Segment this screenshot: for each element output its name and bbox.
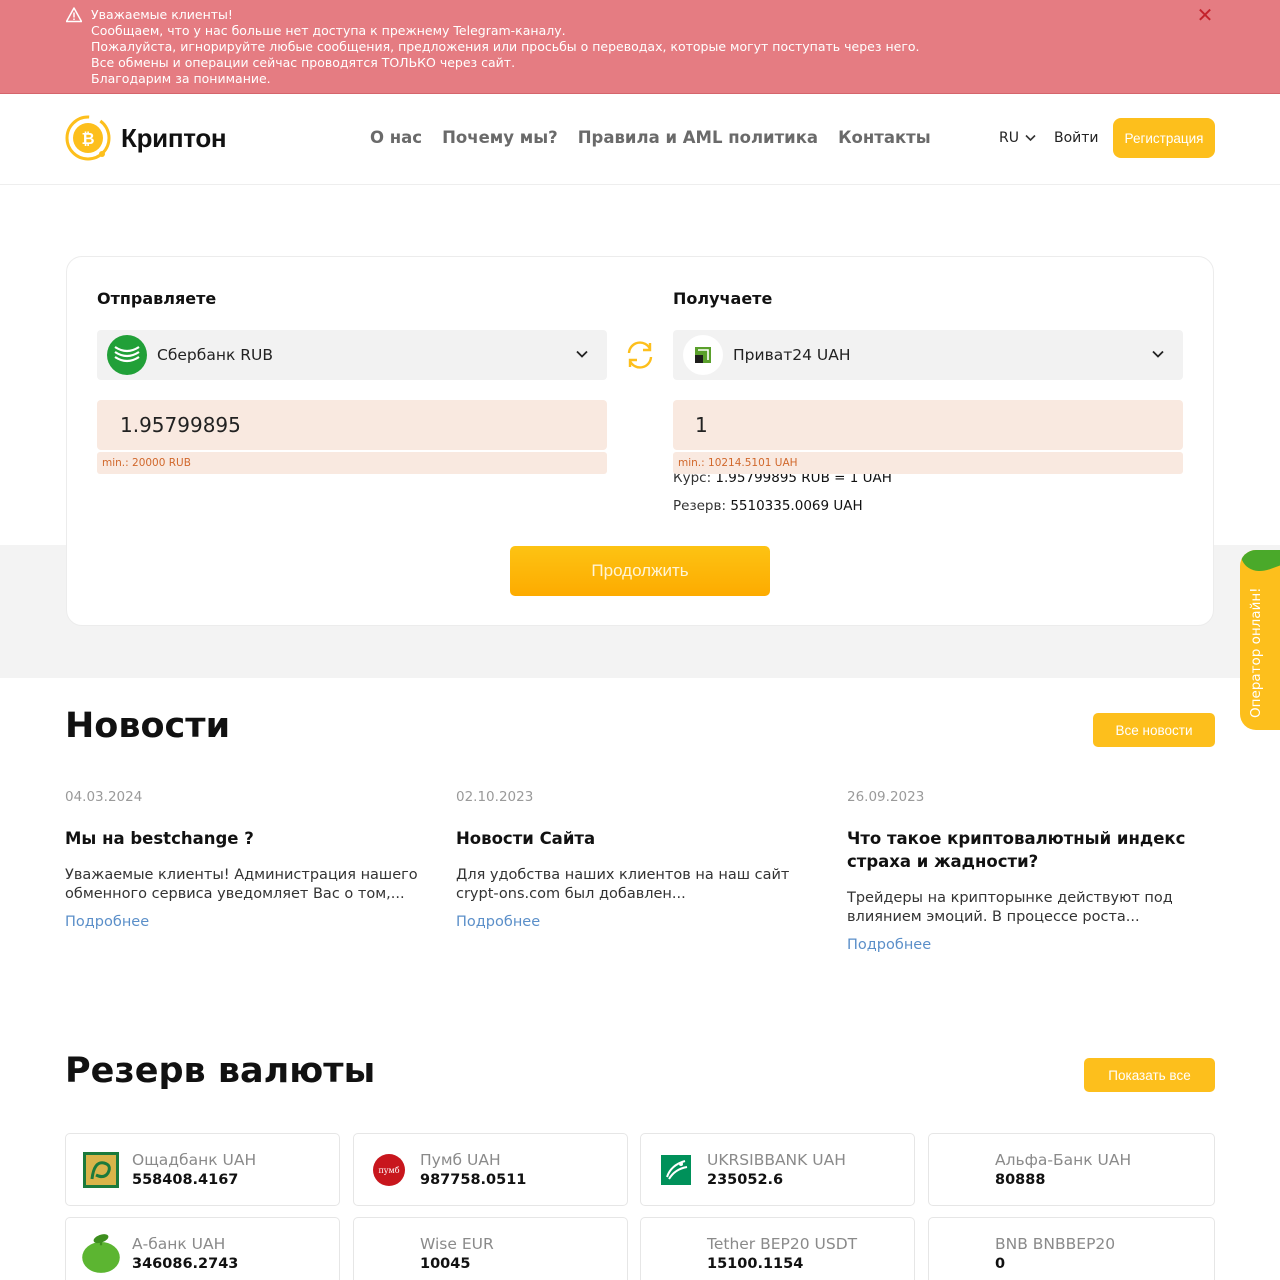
chevron-down-icon [576, 350, 588, 358]
news-item: 02.10.2023 Новости Сайта Для удобства на… [456, 789, 816, 930]
alert-line: Уважаемые клиенты! [91, 7, 233, 22]
reserve-name: Ощадбанк UAH [132, 1151, 257, 1169]
reserve-value: 235052.6 [707, 1172, 784, 1188]
news-item: 26.09.2023 Что такое криптовалютный инде… [847, 789, 1207, 953]
reserves-heading: Резерв валюты [65, 1051, 376, 1091]
reserve-label: Резерв: [673, 498, 727, 514]
operator-label: Оператор онлайн! [1248, 587, 1264, 718]
nav-contacts[interactable]: Контакты [838, 128, 931, 147]
reserve-name: Альфа-Банк UAH [995, 1151, 1132, 1169]
bnb-icon [945, 1235, 983, 1273]
logo[interactable]: ₿ Криптон [65, 115, 227, 161]
send-min-hint: min.: 20000 RUB [97, 452, 607, 474]
reserve-value: 987758.0511 [420, 1172, 527, 1188]
news-more-link[interactable]: Подробнее [847, 937, 931, 953]
send-amount-input[interactable]: 1.95799895 [97, 400, 607, 450]
news-title[interactable]: Мы на bestchange ? [65, 827, 425, 850]
receive-min-hint: min.: 10214.5101 UAH [673, 452, 1183, 474]
reserve-card[interactable]: пумб Пумб UAH 987758.0511 [353, 1133, 628, 1206]
alfabank-icon [945, 1151, 983, 1189]
continue-button[interactable]: Продолжить [510, 546, 770, 596]
language-label: RU [999, 130, 1019, 146]
main-nav: О нас Почему мы? Правила и AML политика … [370, 128, 931, 147]
reserve-value: 15100.1154 [707, 1256, 804, 1272]
alert-line: Пожалуйста, игнорируйте любые сообщения,… [91, 39, 920, 54]
swap-icon[interactable] [623, 338, 657, 372]
bitcoin-coin-icon: ₿ [65, 115, 111, 161]
reserve-card[interactable]: Tether BEP20 USDT 15100.1154 [640, 1217, 915, 1280]
brand-name: Криптон [121, 122, 227, 153]
receive-currency-label: Приват24 UAH [733, 346, 851, 364]
receive-title: Получаете [673, 289, 773, 308]
reserve-info: Резерв: 5510335.0069 UAH [673, 498, 863, 514]
news-excerpt: Уважаемые клиенты! Администрация нашего … [65, 867, 418, 902]
ukrsibbank-icon [661, 1155, 691, 1185]
alert-line: Все обмены и операции сейчас проводятся … [91, 55, 516, 70]
tether-icon [657, 1235, 695, 1273]
warning-icon [66, 7, 82, 23]
news-more-link[interactable]: Подробнее [456, 914, 540, 930]
reserve-value: 5510335.0069 UAH [730, 498, 863, 514]
reserve-name: BNB BNBBEP20 [995, 1235, 1116, 1253]
svg-text:₿: ₿ [81, 129, 94, 148]
reserve-value: 0 [995, 1256, 1006, 1272]
privat24-icon [683, 335, 723, 375]
chevron-down-icon [1025, 134, 1036, 142]
send-title: Отправляете [97, 289, 217, 308]
wise-icon [370, 1235, 408, 1273]
news-date: 26.09.2023 [847, 789, 925, 805]
reserve-name: UKRSIBBANK UAH [707, 1151, 846, 1169]
reserve-value: 80888 [995, 1172, 1046, 1188]
language-selector[interactable]: RU [999, 130, 1036, 146]
svg-text:пумб: пумб [378, 1166, 399, 1175]
send-currency-select[interactable]: Сбербанк RUB [97, 330, 607, 380]
alert-line: Благодарим за понимание. [91, 71, 271, 86]
abank-icon [82, 1234, 120, 1273]
reserve-card[interactable]: А-банк UAH 346086.2743 [65, 1217, 340, 1280]
receive-currency-select[interactable]: Приват24 UAH [673, 330, 1183, 380]
operator-online-tab[interactable]: Оператор онлайн! [1240, 550, 1280, 730]
alert-banner: Уважаемые клиенты! Сообщаем, что у нас б… [0, 0, 1280, 94]
reserve-name: Пумб UAH [420, 1151, 501, 1169]
sberbank-icon [107, 335, 147, 375]
chevron-down-icon [1152, 350, 1164, 358]
nav-rules-aml[interactable]: Правила и AML политика [578, 128, 818, 147]
news-date: 02.10.2023 [456, 789, 534, 805]
send-currency-label: Сбербанк RUB [157, 346, 273, 364]
reserve-value: 10045 [420, 1256, 471, 1272]
news-title[interactable]: Новости Сайта [456, 827, 816, 850]
register-button[interactable]: Регистрация [1113, 118, 1215, 158]
nav-about[interactable]: О нас [370, 128, 422, 147]
reserve-value: 558408.4167 [132, 1172, 239, 1188]
receive-amount-input[interactable]: 1 [673, 400, 1183, 450]
show-all-reserves-button[interactable]: Показать все [1084, 1058, 1215, 1092]
news-excerpt: Трейдеры на крипторынке действуют под вл… [847, 890, 1173, 925]
reserve-name: А-банк UAH [132, 1235, 226, 1253]
reserve-card[interactable]: BNB BNBBEP20 0 [928, 1217, 1215, 1280]
reserve-card[interactable]: Wise EUR 10045 [353, 1217, 628, 1280]
close-icon[interactable]: ✕ [1196, 5, 1214, 25]
login-link[interactable]: Войти [1054, 130, 1099, 146]
reserve-card[interactable]: Ощадбанк UAH 558408.4167 [65, 1133, 340, 1206]
news-title[interactable]: Что такое криптовалютный индекс страха и… [847, 827, 1207, 873]
reserve-card[interactable]: Альфа-Банк UAH 80888 [928, 1133, 1215, 1206]
news-item: 04.03.2024 Мы на bestchange ? Уважаемые … [65, 789, 425, 930]
news-date: 04.03.2024 [65, 789, 143, 805]
oschadbank-icon [83, 1152, 119, 1188]
pumb-icon: пумб [373, 1154, 405, 1186]
news-heading: Новости [65, 706, 231, 746]
reserve-name: Wise EUR [420, 1235, 494, 1253]
news-excerpt: Для удобства наших клиентов на наш сайт … [456, 867, 790, 902]
alert-line: Сообщаем, что у нас больше нет доступа к… [91, 23, 566, 38]
all-news-button[interactable]: Все новости [1093, 713, 1215, 747]
nav-why-us[interactable]: Почему мы? [442, 128, 558, 147]
reserve-value: 346086.2743 [132, 1256, 239, 1272]
reserve-card[interactable]: UKRSIBBANK UAH 235052.6 [640, 1133, 915, 1206]
operator-accent [1240, 550, 1280, 580]
site-header: ₿ Криптон О нас Почему мы? Правила и AML… [0, 94, 1280, 185]
news-more-link[interactable]: Подробнее [65, 914, 149, 930]
reserve-name: Tether BEP20 USDT [707, 1235, 858, 1253]
